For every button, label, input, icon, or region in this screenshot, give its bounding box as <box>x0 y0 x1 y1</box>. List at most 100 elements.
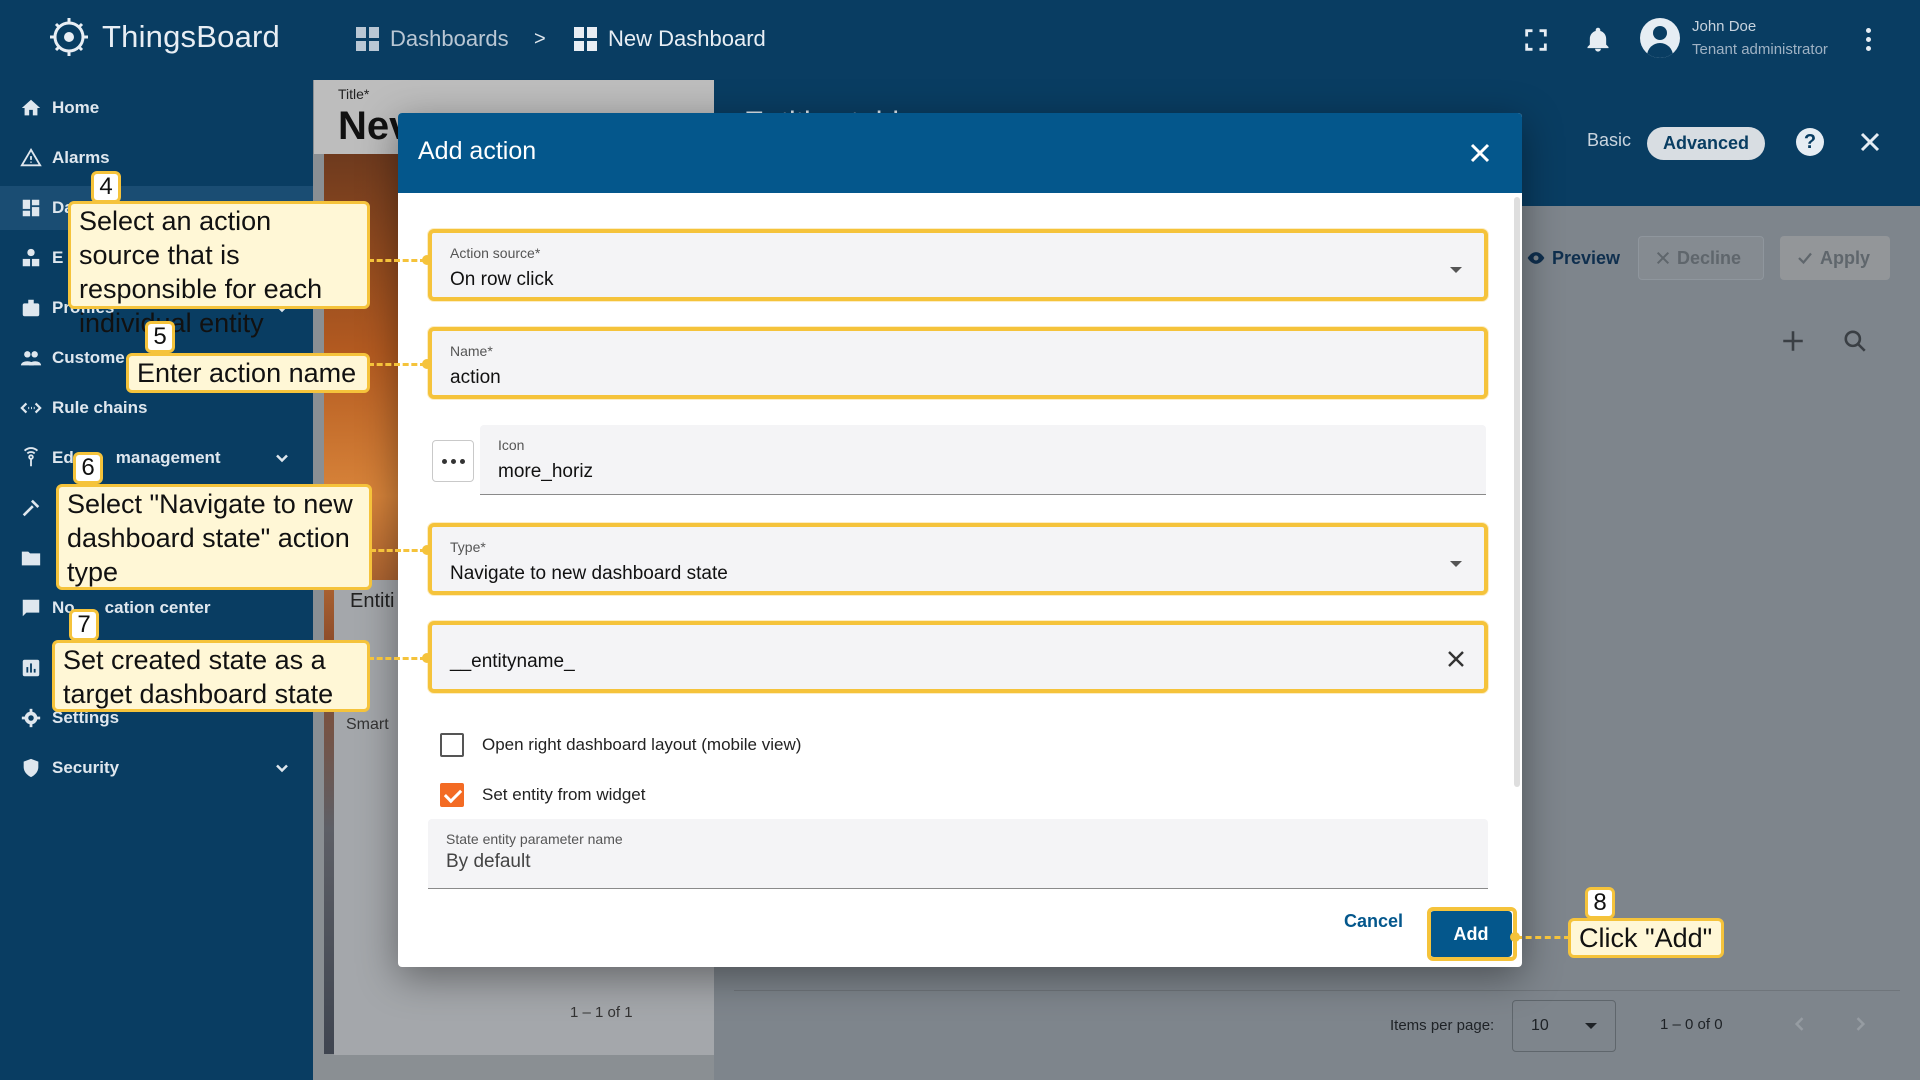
sidebar-item-label-rest: management <box>115 448 221 467</box>
tools-icon <box>22 499 40 517</box>
callout-8: Click "Add" <box>1568 918 1724 958</box>
icon-value: more_horiz <box>498 461 594 482</box>
chevron-down-icon[interactable] <box>272 448 292 468</box>
callout-6-number: 6 <box>73 452 103 484</box>
close-icon[interactable] <box>1858 130 1882 154</box>
widget-title: Entiti <box>350 590 395 612</box>
sidebar-item-security[interactable]: Security <box>0 746 313 790</box>
preview-label: Preview <box>1552 247 1621 268</box>
dashboard-icon <box>574 27 598 51</box>
icon-label: Icon <box>498 437 525 453</box>
set-entity-checkbox[interactable] <box>440 783 464 807</box>
avatar <box>1640 18 1680 58</box>
sidebar-item-label: Rule chains <box>52 398 148 417</box>
state-entity-param-input[interactable]: State entity parameter name By default <box>428 819 1488 889</box>
mode-basic-toggle[interactable]: Basic <box>1587 130 1631 151</box>
thingsboard-logo-icon <box>50 18 88 56</box>
action-name-label: Name* <box>450 343 493 359</box>
dashboard-title-label: Title* <box>338 86 370 102</box>
chart-icon <box>22 659 40 677</box>
folder-icon <box>21 551 41 566</box>
items-per-page-select[interactable]: 10 <box>1512 1000 1616 1052</box>
pagination-bar <box>734 990 1900 1060</box>
add-action-dialog: Add action Action source* On row click N… <box>398 113 1522 967</box>
pagination-range: 1 – 0 of 0 <box>1660 1016 1723 1033</box>
callout-7: Set created state as a target dashboard … <box>52 640 370 712</box>
user-name: John Doe <box>1692 18 1757 35</box>
entities-icon <box>22 248 40 267</box>
app-name: ThingsBoard <box>102 19 280 54</box>
dropdown-caret-icon <box>1585 1023 1597 1029</box>
search-icon[interactable] <box>1842 328 1868 354</box>
icon-picker-button[interactable] <box>432 440 474 482</box>
dashboard-icon <box>356 27 380 51</box>
customers-icon <box>20 351 42 366</box>
close-icon[interactable] <box>1468 141 1492 165</box>
mode-advanced-toggle[interactable]: Advanced <box>1647 127 1766 160</box>
chevron-right-icon[interactable] <box>1850 1014 1870 1034</box>
sidebar-item-label: Custome <box>52 348 125 367</box>
sidebar-item-edge-management[interactable]: Ed management <box>0 436 313 480</box>
cancel-button[interactable]: Cancel <box>1344 911 1403 932</box>
apply-label: Apply <box>1820 247 1871 268</box>
callout-connector <box>368 363 426 366</box>
user-role: Tenant administrator <box>1692 41 1828 58</box>
callout-4: Select an action source that is responsi… <box>68 201 370 338</box>
callout-5: Enter action name <box>126 353 370 393</box>
decline-label: Decline <box>1677 247 1742 268</box>
callout-connector <box>368 657 426 660</box>
eye-icon <box>1527 252 1545 264</box>
fullscreen-icon[interactable] <box>1522 26 1550 54</box>
breadcrumb-current-label: New Dashboard <box>608 26 766 51</box>
sidebar-item-label: Alarms <box>52 148 110 167</box>
callout-6-text: Select "Navigate to new dashboard state"… <box>67 489 353 587</box>
action-source-label: Action source* <box>450 245 541 261</box>
callout-7-text: Set created state as a target dashboard … <box>63 645 334 709</box>
callout-5-number: 5 <box>145 321 175 353</box>
decline-button[interactable]: Decline <box>1638 236 1764 280</box>
items-per-page-label: Items per page: <box>1390 1017 1495 1034</box>
sidebar-item-home[interactable]: Home <box>0 86 313 130</box>
chevron-left-icon[interactable] <box>1790 1014 1810 1034</box>
sidebar-item-label-rest: cation center <box>104 598 211 617</box>
security-icon <box>23 758 39 778</box>
sidebar-item-alarms[interactable]: Alarms <box>0 136 313 180</box>
target-state-input[interactable]: __entityname_ <box>428 621 1488 693</box>
home-icon <box>21 99 41 116</box>
sidebar-item-label: Ed <box>52 448 74 467</box>
alarm-icon <box>20 147 42 167</box>
icon-input[interactable]: Icon more_horiz <box>480 425 1486 495</box>
preview-button[interactable]: Preview <box>1510 236 1636 280</box>
callout-7-number: 7 <box>69 609 99 641</box>
action-source-value: On row click <box>450 269 554 290</box>
open-right-layout-label: Open right dashboard layout (mobile view… <box>482 735 802 754</box>
callout-connector <box>368 259 426 262</box>
callout-8-number: 8 <box>1585 887 1615 919</box>
more-vert-icon[interactable] <box>1866 28 1872 51</box>
breadcrumb-dashboards[interactable]: Dashboards <box>356 26 509 52</box>
sidebar-item-label: Security <box>52 758 120 777</box>
app-logo[interactable]: ThingsBoard <box>46 14 280 60</box>
set-entity-label: Set entity from widget <box>482 785 646 804</box>
clear-icon[interactable] <box>1444 647 1468 671</box>
add-icon[interactable] <box>1780 328 1806 354</box>
chevron-down-icon[interactable] <box>272 758 292 778</box>
notification-bell-icon[interactable] <box>1584 26 1612 54</box>
apply-button[interactable]: Apply <box>1780 236 1890 280</box>
callout-6: Select "Navigate to new dashboard state"… <box>56 484 372 590</box>
help-icon[interactable]: ? <box>1796 128 1824 156</box>
user-menu[interactable]: John Doe Tenant administrator <box>1640 18 1828 58</box>
dropdown-caret-icon <box>1450 267 1462 273</box>
action-type-select[interactable]: Type* Navigate to new dashboard state <box>428 523 1488 595</box>
callout-connector-dot <box>422 545 432 555</box>
sidebar-item-notification-center[interactable]: No cation center <box>0 586 313 630</box>
dialog-scrollbar[interactable] <box>1514 197 1520 787</box>
action-source-select[interactable]: Action source* On row click <box>428 229 1488 301</box>
callout-connector-dot <box>1510 932 1520 942</box>
target-state-value: __entityname_ <box>450 651 575 672</box>
sidebar-item-label: E <box>52 248 64 267</box>
widget-pager: 1 – 1 of 1 <box>570 1004 633 1021</box>
action-name-input[interactable]: Name* action <box>428 327 1488 399</box>
breadcrumb-current: New Dashboard <box>574 26 766 52</box>
open-right-layout-checkbox[interactable] <box>440 733 464 757</box>
